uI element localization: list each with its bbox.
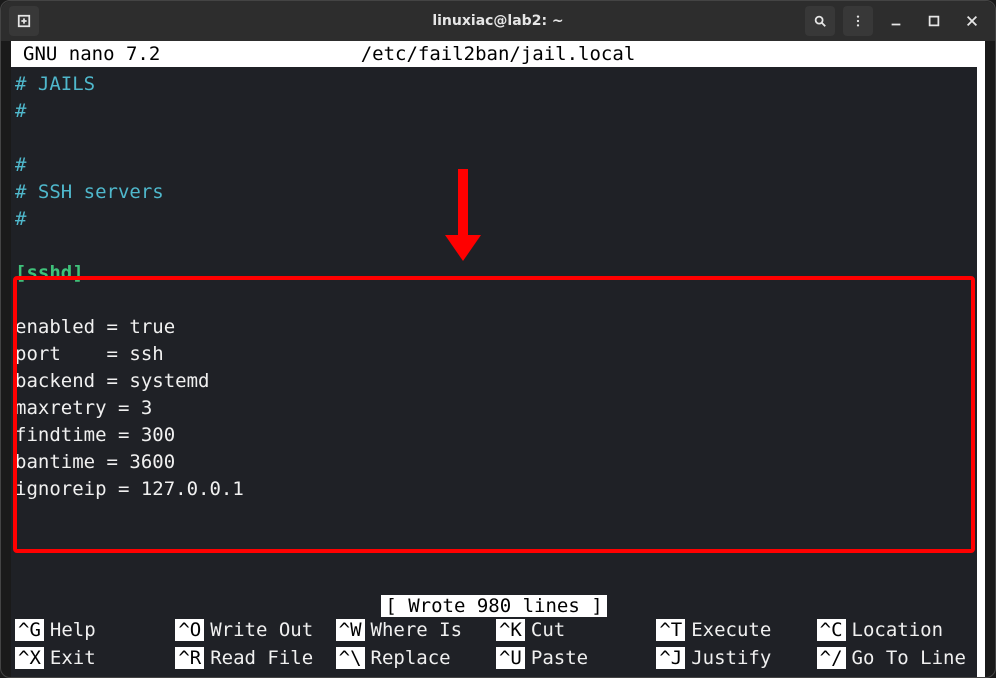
editor-line: port = ssh — [15, 341, 977, 368]
scrollbar-track[interactable] — [977, 41, 985, 677]
shortcut-item[interactable]: ^R Read File — [175, 645, 331, 671]
shortcut-key: ^U — [496, 647, 525, 669]
shortcut-item[interactable]: ^J Justify — [656, 645, 812, 671]
editor-line: ignoreip = 127.0.0.1 — [15, 476, 977, 503]
maximize-button[interactable] — [919, 6, 949, 36]
editor-line — [15, 125, 977, 152]
shortcut-label: Execute — [691, 619, 771, 641]
shortcut-key: ^K — [496, 619, 525, 641]
shortcut-label: Write Out — [210, 619, 313, 641]
editor-line: [sshd] — [15, 260, 977, 287]
shortcut-item[interactable]: ^\ Replace — [336, 645, 492, 671]
editor-line: # SSH servers — [15, 179, 977, 206]
editor-line: backend = systemd — [15, 368, 977, 395]
nano-status-line: [ Wrote 980 lines ] — [11, 595, 977, 617]
editor-line — [15, 233, 977, 260]
shortcut-label: Cut — [531, 619, 565, 641]
shortcut-label: Justify — [691, 647, 771, 669]
shortcut-key: ^W — [336, 619, 365, 641]
shortcut-key: ^C — [817, 619, 846, 641]
menu-button[interactable] — [843, 6, 873, 36]
close-button[interactable] — [957, 6, 987, 36]
shortcut-label: Help — [50, 619, 96, 641]
shortcut-label: Paste — [531, 647, 588, 669]
editor-line: findtime = 300 — [15, 422, 977, 449]
shortcut-key: ^/ — [817, 647, 846, 669]
shortcut-key: ^X — [15, 647, 44, 669]
shortcut-item[interactable]: ^G Help — [15, 617, 171, 643]
editor-line: # — [15, 98, 977, 125]
shortcut-item[interactable]: ^O Write Out — [175, 617, 331, 643]
terminal-area: GNU nano 7.2 /etc/fail2ban/jail.local # … — [11, 41, 985, 677]
shortcut-key: ^G — [15, 619, 44, 641]
shortcut-label: Go To Line — [852, 647, 966, 669]
shortcut-item[interactable]: ^W Where Is — [336, 617, 492, 643]
editor-line: enabled = true — [15, 314, 977, 341]
nano-app-version: GNU nano 7.2 — [23, 43, 160, 65]
shortcut-key: ^O — [175, 619, 204, 641]
editor-content[interactable]: # JAILS# ## SSH servers# [sshd] enabled … — [11, 67, 977, 605]
shortcut-key: ^\ — [336, 647, 365, 669]
shortcut-item[interactable]: ^T Execute — [656, 617, 812, 643]
shortcut-item[interactable]: ^K Cut — [496, 617, 652, 643]
nano-title-bar: GNU nano 7.2 /etc/fail2ban/jail.local — [11, 41, 985, 67]
shortcut-label: Location — [852, 619, 944, 641]
editor-line: # — [15, 152, 977, 179]
editor-line — [15, 287, 977, 314]
shortcut-key: ^T — [656, 619, 685, 641]
nano-status-message: [ Wrote 980 lines ] — [381, 595, 606, 617]
shortcut-label: Where Is — [371, 619, 463, 641]
shortcut-item[interactable]: ^X Exit — [15, 645, 171, 671]
minimize-button[interactable] — [881, 6, 911, 36]
nano-shortcut-bar: ^G Help ^O Write Out ^W Where Is ^K Cut ^T Execut… — [11, 617, 977, 671]
shortcut-item[interactable]: ^U Paste — [496, 645, 652, 671]
editor-line: # — [15, 206, 977, 233]
shortcut-item[interactable]: ^C Location — [817, 617, 973, 643]
shortcut-key: ^R — [175, 647, 204, 669]
shortcut-label: Read File — [210, 647, 313, 669]
shortcut-label: Replace — [371, 647, 451, 669]
editor-line: bantime = 3600 — [15, 449, 977, 476]
shortcut-label: Exit — [50, 647, 96, 669]
shortcut-key: ^J — [656, 647, 685, 669]
editor-line: # JAILS — [15, 71, 977, 98]
shortcut-item[interactable]: ^/ Go To Line — [817, 645, 973, 671]
window-title-bar: linuxiac@lab2: ~ — [1, 1, 995, 41]
editor-line: maxretry = 3 — [15, 395, 977, 422]
new-tab-button[interactable] — [9, 6, 39, 36]
search-button[interactable] — [805, 6, 835, 36]
